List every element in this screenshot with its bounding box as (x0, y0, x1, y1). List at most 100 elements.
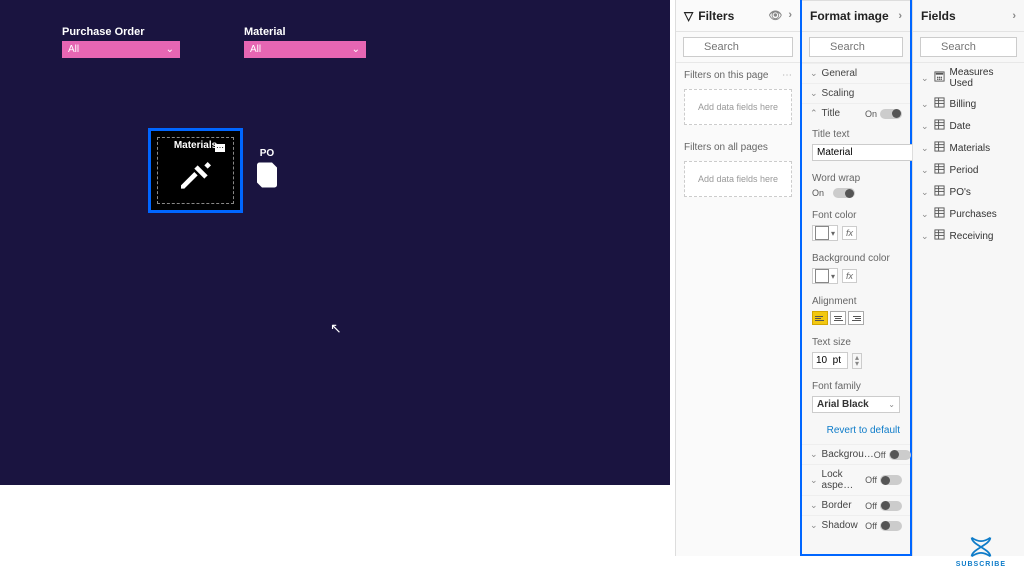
field-table-materials[interactable]: ⌄ Materials (913, 137, 1024, 159)
format-group-background[interactable]: ⌄Backgrou…Off (802, 444, 910, 464)
field-table-receiving[interactable]: ⌄ Receiving (913, 225, 1024, 247)
ellipsis-icon[interactable]: ⋯ (215, 144, 225, 152)
format-group-shadow[interactable]: ⌄ShadowOff (802, 515, 910, 535)
field-label: PO's (950, 187, 971, 198)
align-right-button[interactable] (848, 311, 864, 325)
chevron-down-icon: ⌄ (810, 475, 818, 486)
field-label: Period (950, 165, 979, 176)
field-table-period[interactable]: ⌄ Period (913, 159, 1024, 181)
toggle-lock-aspect[interactable] (880, 475, 902, 485)
ellipsis-icon[interactable]: ⋯ (782, 70, 792, 81)
format-search-input[interactable] (809, 37, 903, 57)
title-text-label: Title text (802, 123, 910, 142)
font-family-label: Font family (802, 375, 910, 394)
field-label: Date (950, 121, 971, 132)
field-label: Materials (950, 143, 991, 154)
cursor-icon: ↖ (330, 320, 342, 337)
filters-page-dropzone[interactable]: Add data fields here (684, 89, 792, 125)
chevron-down-icon: ⌄ (810, 449, 818, 460)
fields-panel: Fields › ⌄ Measures Used ⌄ Billing ⌄ Date ⌄ Mat… (912, 0, 1024, 556)
toggle-title[interactable] (880, 109, 902, 119)
align-left-button[interactable] (812, 311, 828, 325)
field-label: Receiving (950, 231, 994, 242)
filter-icon: ▽ (684, 9, 693, 23)
report-canvas: Purchase Order All ⌄ Material All ⌄ Mate… (0, 0, 670, 485)
chevron-down-icon: ⌄ (921, 73, 929, 84)
filters-title: Filters (698, 9, 734, 23)
table-icon (934, 97, 945, 111)
toggle-shadow[interactable] (880, 521, 902, 531)
toggle-background[interactable] (889, 450, 911, 460)
chevron-down-icon: ⌄ (352, 44, 360, 55)
fx-button[interactable]: fx (842, 269, 857, 283)
filters-panel: ▽ Filters 👁 › Filters on this page⋯ Add da… (675, 0, 800, 556)
bg-color-label: Background color (802, 247, 910, 266)
hammer-icon (176, 157, 216, 197)
chevron-down-icon: ⌄ (810, 520, 818, 531)
field-table-billing[interactable]: ⌄ Billing (913, 93, 1024, 115)
chevron-down-icon: ⌄ (810, 500, 818, 511)
table-icon (934, 119, 945, 133)
slicer-dropdown-purchase-order[interactable]: All ⌄ (62, 41, 180, 58)
filters-header: ▽ Filters 👁 › (676, 0, 800, 32)
align-center-button[interactable] (830, 311, 846, 325)
field-table-date[interactable]: ⌄ Date (913, 115, 1024, 137)
chevron-down-icon: ⌄ (921, 99, 929, 110)
field-label: Purchases (950, 209, 997, 220)
format-group-scaling[interactable]: ⌄Scaling (802, 83, 910, 103)
visibility-icon[interactable]: 👁 (768, 9, 782, 22)
slicer-dropdown-material[interactable]: All ⌄ (244, 41, 366, 58)
font-color-label: Font color (802, 204, 910, 223)
filters-on-all-pages-label: Filters on all pages (676, 135, 800, 157)
dna-icon (967, 535, 995, 559)
fields-search-input[interactable] (920, 37, 1017, 57)
document-icon (252, 159, 282, 191)
table-icon (934, 207, 945, 221)
field-table-purchases[interactable]: ⌄ Purchases (913, 203, 1024, 225)
field-label: Billing (950, 99, 977, 110)
filters-search-input[interactable] (683, 37, 793, 57)
format-header: Format image › (802, 0, 910, 32)
chevron-right-icon[interactable]: › (788, 9, 792, 22)
alignment-label: Alignment (802, 290, 910, 309)
stepper-buttons[interactable]: ▴▾ (852, 353, 862, 369)
format-group-lock-aspect[interactable]: ⌄Lock aspe…Off (802, 464, 910, 495)
chevron-down-icon: ⌄ (810, 88, 818, 99)
subscribe-badge[interactable]: SUBSCRIBE (956, 535, 1006, 568)
revert-to-default[interactable]: Revert to default (802, 419, 910, 444)
selected-visual-materials[interactable]: Materials ⋯ (148, 128, 243, 213)
format-group-border[interactable]: ⌄BorderOff (802, 495, 910, 515)
field-label: Measures Used (950, 67, 1016, 89)
font-color-picker[interactable]: ▾ (812, 225, 838, 241)
chevron-right-icon[interactable]: › (898, 10, 902, 22)
bg-color-picker[interactable]: ▾ (812, 268, 838, 284)
filters-allpages-dropzone[interactable]: Add data fields here (684, 161, 792, 197)
filters-on-page-label: Filters on this page⋯ (676, 63, 800, 85)
chevron-down-icon: ⌄ (921, 121, 929, 132)
table-icon (934, 185, 945, 199)
format-title: Format image (810, 9, 889, 23)
chevron-down-icon: ⌄ (921, 231, 929, 242)
fx-button[interactable]: fx (842, 226, 857, 240)
field-table-po-s[interactable]: ⌄PO's (913, 181, 1024, 203)
toggle-border[interactable] (880, 501, 902, 511)
slicer-label-purchase-order: Purchase Order (62, 26, 145, 38)
toggle-word-wrap[interactable] (833, 188, 855, 198)
slicer-value: All (68, 44, 79, 55)
tile-label: PO (260, 148, 274, 159)
table-icon (934, 163, 945, 177)
font-family-select[interactable]: Arial Black⌄ (812, 396, 900, 413)
tile-po[interactable]: PO (252, 148, 282, 191)
chevron-down-icon: ⌄ (921, 209, 929, 220)
fields-header: Fields › (913, 0, 1024, 32)
text-size-input[interactable] (812, 352, 848, 369)
field-table-measures-used[interactable]: ⌄ Measures Used (913, 63, 1024, 93)
format-group-general[interactable]: ⌄General (802, 63, 910, 83)
word-wrap-label: Word wrap (802, 167, 910, 186)
chevron-down-icon: ⌄ (921, 143, 929, 154)
table-icon (934, 141, 945, 155)
tile-title: Materials (174, 140, 217, 151)
chevron-down-icon: ⌄ (921, 165, 929, 176)
format-group-title[interactable]: ⌃TitleOn (802, 103, 910, 123)
chevron-right-icon[interactable]: › (1012, 10, 1016, 22)
